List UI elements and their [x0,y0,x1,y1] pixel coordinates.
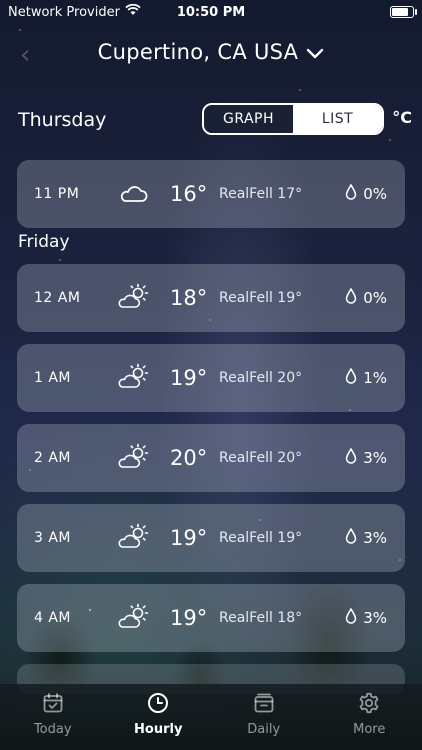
unit-toggle[interactable]: °C [392,108,412,127]
hour-temperature: 19° [170,366,208,390]
realfeel-label: RealFell 20° [219,370,303,386]
realfeel-label: RealFell 18° [219,610,303,626]
precip-chance: 3% [345,447,387,468]
partly-sunny-icon [117,522,151,552]
precip-chance: 3% [345,607,387,628]
hour-time: 3 AM [34,530,72,546]
list-view-button[interactable]: LIST [293,105,382,133]
partly-sunny-icon [117,442,151,472]
clock-icon [147,692,169,718]
hour-card[interactable]: 3 AM 19° RealFell 19° 3% [17,504,405,572]
precip-chance: 0% [345,287,387,308]
hour-card[interactable]: 12 AM 18° RealFell 19° 0% [17,264,405,332]
precip-chance: 1% [345,367,387,388]
day-toolbar: Thursday GRAPH LIST °C [18,102,412,138]
hour-time: 2 AM [34,450,72,466]
hour-card[interactable]: 1 AM 19° RealFell 20° 1% [17,344,405,412]
precip-value: 0% [363,185,387,203]
realfeel-label: RealFell 17° [219,186,303,202]
hour-time: 12 AM [34,290,81,306]
battery-icon [390,6,417,18]
status-time: 10:50 PM [176,4,246,20]
precip-value: 3% [363,529,387,547]
header: ‹ Cupertino, CA USA [0,36,422,72]
precip-value: 3% [363,449,387,467]
raindrop-icon [345,607,357,628]
hour-temperature: 19° [170,526,208,550]
precip-value: 1% [363,369,387,387]
calendar-check-icon [42,692,64,718]
day-label: Thursday [18,109,107,131]
realfeel-label: RealFell 19° [219,290,303,306]
tab-hourly[interactable]: Hourly [106,684,212,750]
status-bar: Network Provider 10:50 PM [0,0,422,24]
graph-view-button[interactable]: GRAPH [204,105,293,133]
cloudy-icon [117,178,151,208]
raindrop-icon [345,447,357,468]
partly-sunny-icon [117,282,151,312]
hour-temperature: 18° [170,286,208,310]
hour-time: 1 AM [34,370,72,386]
view-toggle: GRAPH LIST [202,103,384,135]
tab-today[interactable]: Today [0,684,106,750]
hour-time: 11 PM [34,186,80,202]
precip-chance: 3% [345,527,387,548]
section-label-friday: Friday [18,232,70,252]
precip-value: 3% [363,609,387,627]
tab-label: Hourly [134,722,183,737]
hour-card[interactable]: 2 AM 20° RealFell 20° 3% [17,424,405,492]
hour-temperature: 16° [170,182,208,206]
partly-sunny-icon [117,362,151,392]
tab-label: Daily [247,722,281,737]
precip-chance: 0% [345,183,387,204]
tab-daily[interactable]: Daily [211,684,317,750]
location-selector[interactable]: Cupertino, CA USA [0,40,422,65]
calendar-icon [253,692,275,718]
hour-time: 4 AM [34,610,72,626]
location-name: Cupertino, CA USA [97,40,299,64]
tab-bar: Today Hourly Daily More [0,684,422,750]
precip-value: 0% [363,289,387,307]
hour-temperature: 20° [170,446,208,470]
tab-label: More [353,722,386,737]
raindrop-icon [345,367,357,388]
gear-icon [358,692,380,718]
realfeel-label: RealFell 19° [219,530,303,546]
tab-more[interactable]: More [317,684,422,750]
raindrop-icon [345,183,357,204]
battery-level [392,8,409,16]
hour-card[interactable]: 4 AM 19° RealFell 18° 3% [17,584,405,652]
partly-sunny-icon [117,602,151,632]
hour-temperature: 19° [170,606,208,630]
tab-label: Today [33,722,72,737]
raindrop-icon [345,287,357,308]
hour-card[interactable]: 11 PM 16° RealFell 17° 0% [17,160,405,228]
raindrop-icon [345,527,357,548]
chevron-down-icon [306,41,324,65]
realfeel-label: RealFell 20° [219,450,303,466]
